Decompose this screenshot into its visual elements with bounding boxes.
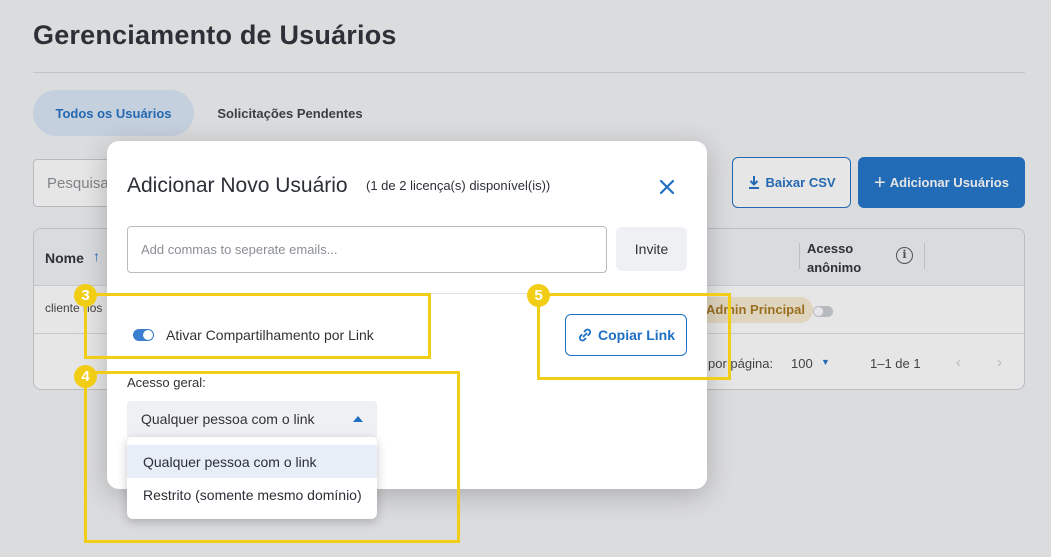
annotation-box-3 [84, 293, 431, 359]
close-icon[interactable] [655, 175, 679, 199]
annotation-badge-5: 5 [527, 284, 550, 307]
invite-button[interactable]: Invite [616, 227, 687, 271]
annotation-box-4 [84, 371, 460, 543]
modal-title: Adicionar Novo Usuário [127, 174, 348, 197]
annotation-badge-4: 4 [74, 365, 97, 388]
license-count: (1 de 2 licença(s) disponível(is)) [366, 178, 551, 193]
annotation-badge-3: 3 [74, 284, 97, 307]
email-input[interactable] [127, 226, 607, 273]
annotation-box-5 [537, 293, 731, 380]
